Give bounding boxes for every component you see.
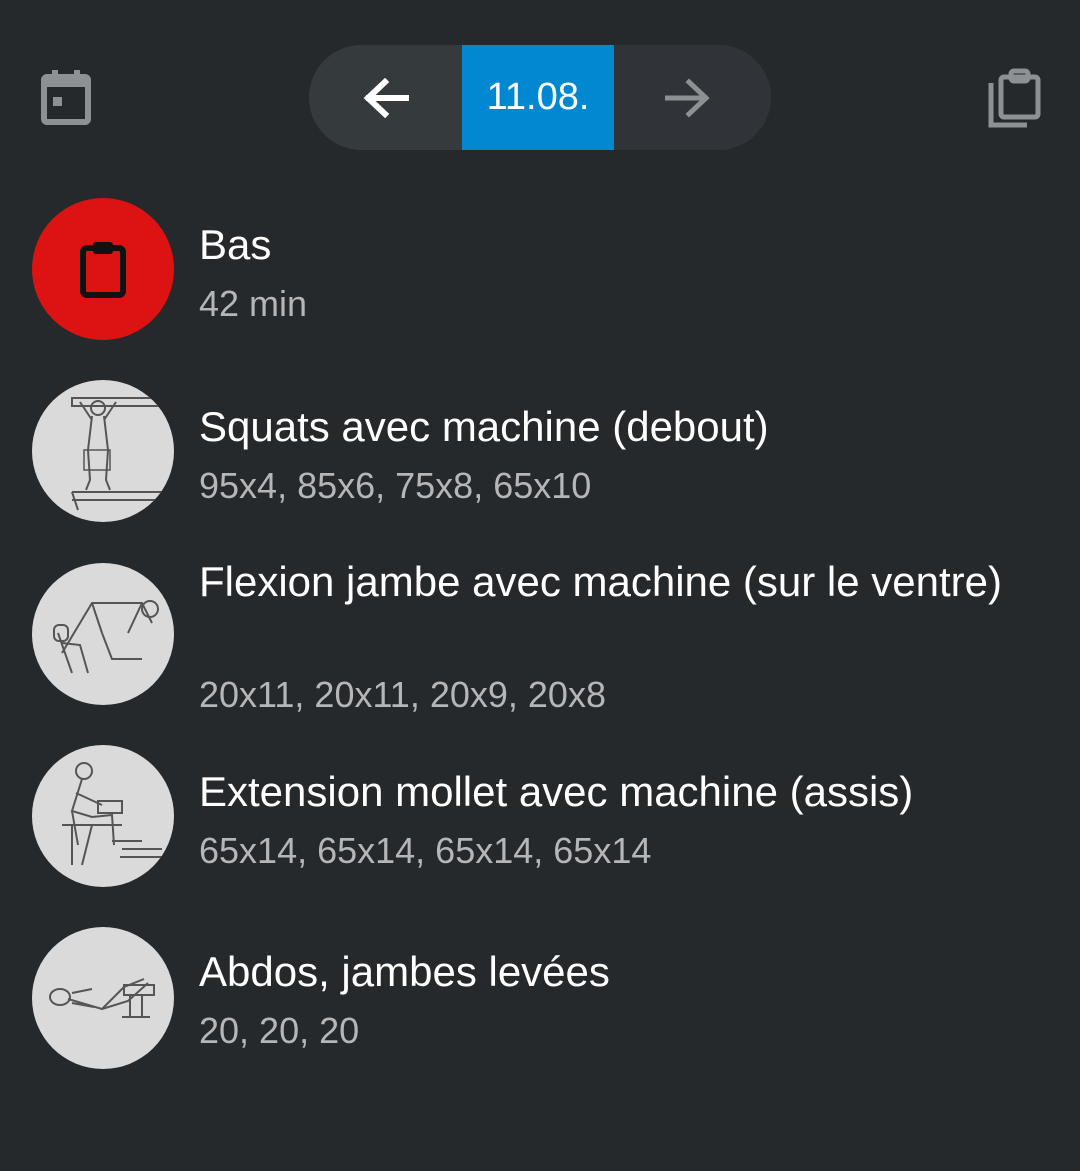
current-date-label: 11.08.	[486, 76, 590, 118]
exercise-row[interactable]: Abdos, jambes levées 20, 20, 20	[0, 927, 1080, 1077]
copy-workout-button[interactable]	[978, 58, 1050, 136]
calendar-icon	[41, 70, 91, 125]
current-date-button[interactable]: 11.08.	[462, 45, 614, 150]
session-name: Bas	[199, 221, 272, 268]
calendar-button[interactable]	[30, 62, 102, 134]
exercise-sets: 20, 20, 20	[199, 1010, 360, 1051]
clipboard-copy-icon	[988, 68, 1041, 128]
exercise-name: Extension mollet avec machine (assis)	[199, 768, 914, 815]
exercise-row[interactable]: Flexion jambe avec machine (sur le ventr…	[0, 558, 1080, 733]
workout-day-screen: 11.08. Bas 42 min Squats avec machine (d…	[0, 0, 1080, 1171]
clipboard-icon	[80, 242, 126, 298]
standing-squat-machine-illustration	[71, 397, 173, 511]
arrow-right-icon	[664, 77, 710, 118]
arrow-left-icon	[363, 77, 409, 118]
seated-calf-raise-illustration	[62, 762, 162, 866]
date-navigator: 11.08.	[309, 45, 771, 150]
lying-leg-curl-illustration	[53, 600, 159, 674]
exercise-thumbnail	[32, 745, 174, 887]
exercise-thumbnail	[32, 563, 174, 705]
session-row[interactable]: Bas 42 min	[0, 198, 1080, 348]
exercise-name: Flexion jambe avec machine (sur le ventr…	[199, 558, 1003, 605]
exercise-thumbnail	[32, 927, 174, 1069]
exercise-row[interactable]: Squats avec machine (debout) 95x4, 85x6,…	[0, 380, 1080, 530]
next-day-button[interactable]	[614, 45, 771, 150]
leg-raise-crunch-illustration	[49, 978, 155, 1018]
previous-day-button[interactable]	[309, 45, 462, 150]
exercise-sets: 95x4, 85x6, 75x8, 65x10	[199, 465, 592, 506]
exercise-sets: 65x14, 65x14, 65x14, 65x14	[199, 830, 652, 871]
session-duration: 42 min	[199, 283, 308, 324]
exercise-thumbnail	[32, 380, 174, 522]
exercise-sets: 20x11, 20x11, 20x9, 20x8	[199, 674, 606, 715]
session-avatar	[32, 198, 174, 340]
exercise-row[interactable]: Extension mollet avec machine (assis) 65…	[0, 745, 1080, 895]
exercise-name: Abdos, jambes levées	[199, 948, 610, 995]
exercise-name: Squats avec machine (debout)	[199, 403, 769, 450]
